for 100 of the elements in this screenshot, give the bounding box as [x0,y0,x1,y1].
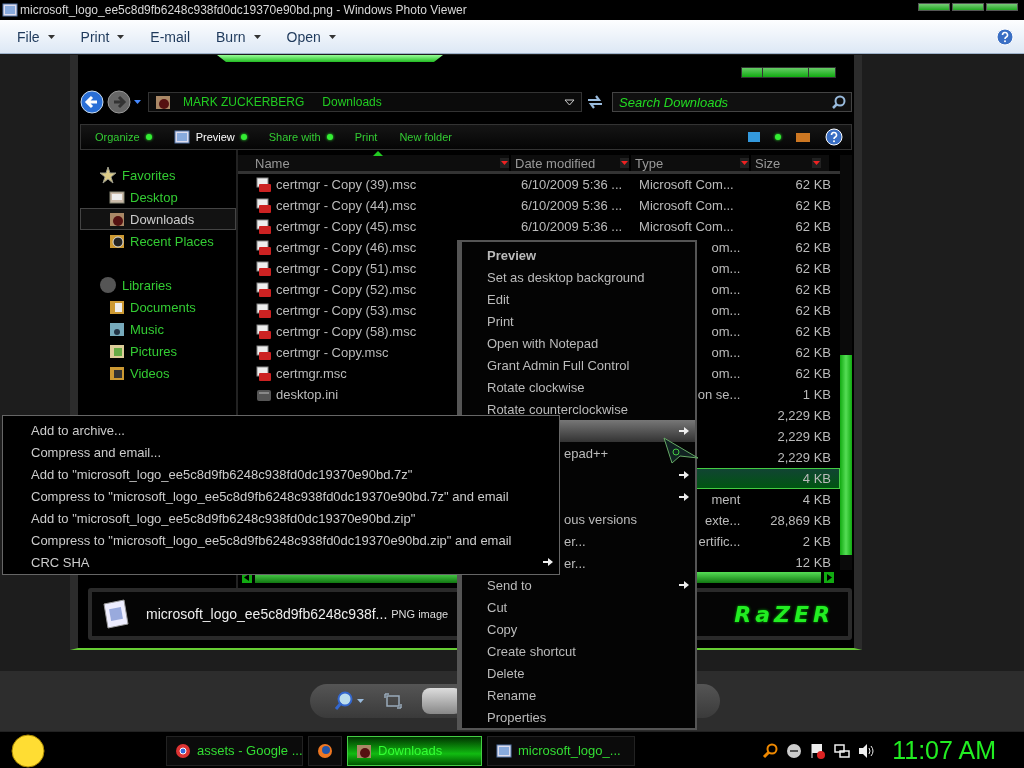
menu-item[interactable]: Delete [462,662,695,684]
file-name[interactable]: certmgr - Copy (46).msc [276,240,417,255]
menu-item[interactable]: Open with Notepad [462,332,695,354]
flag-icon[interactable] [810,742,827,759]
menu-item[interactable] [558,420,695,442]
menu-item[interactable]: epad++ [558,442,695,464]
search-icon[interactable] [832,95,846,109]
breadcrumb-item[interactable]: MARK ZUCKERBERG [177,95,311,109]
forward-icon[interactable] [107,90,131,114]
vertical-scrollbar[interactable] [840,155,852,570]
menu-item[interactable]: Properties [462,706,695,728]
preview-pane-icon[interactable] [795,131,811,143]
menu-item[interactable]: Compress to "microsoft_logo_ee5c8d9fb6248c938fd0dc19370e90bd.7z" and email [3,485,559,507]
column-header[interactable]: Type [631,155,751,171]
refresh-icon[interactable] [585,93,605,111]
file-name[interactable]: certmgr - Copy (44).msc [276,198,417,213]
sort-dropdown-icon[interactable] [620,158,629,168]
table-cell: 12 KB [795,555,831,570]
sidebar-item[interactable]: Favorites [80,164,236,186]
toolbar-button[interactable]: Organize [95,131,152,143]
menu-item[interactable]: CRC SHA [3,551,559,573]
sort-dropdown-icon[interactable] [740,158,749,168]
menu-item[interactable]: Rotate clockwise [462,376,695,398]
menu-item[interactable]: Add to "microsoft_logo_ee5c8d9fb6248c938fd0dc19370e90bd.7z" [3,463,559,485]
taskbar-button[interactable]: microsoft_logo_... [487,735,635,766]
sidebar-item[interactable]: Music [80,318,236,340]
menu-item[interactable]: Rename [462,684,695,706]
menu-item[interactable]: ous versions [558,508,695,530]
sidebar-item[interactable]: Recent Places [80,230,236,252]
taskbar-button[interactable] [308,735,342,766]
column-header[interactable]: Name [238,155,511,171]
sort-dropdown-icon[interactable] [500,158,509,168]
menu-item[interactable]: Rotate counterclockwise [462,398,695,420]
toolbar-button[interactable]: Share with [268,131,333,143]
menu-item[interactable]: Compress to "microsoft_logo_ee5c8d9fb6248c938fd0dc19370e90bd.zip" and email [3,529,559,551]
menu-item[interactable]: er... [558,530,695,552]
table-cell: ment [711,492,741,507]
sidebar-item[interactable]: Downloads [80,208,236,230]
menu-item[interactable]: File [6,24,66,49]
close-button[interactable] [986,3,1018,11]
sidebar-item[interactable]: Pictures [80,340,236,362]
file-name[interactable]: certmgr - Copy (51).msc [276,261,417,276]
breadcrumb-item[interactable]: Downloads [316,95,388,109]
toolbar-button[interactable]: Print [354,131,378,143]
network-icon[interactable] [834,742,851,759]
file-name[interactable]: certmgr.msc [276,366,347,381]
folder-icon [109,233,125,249]
file-name[interactable]: certmgr - Copy (58).msc [276,324,417,339]
file-name[interactable]: certmgr - Copy.msc [276,345,389,360]
file-name[interactable]: certmgr - Copy (45).msc [276,219,417,234]
minimize-button[interactable] [918,3,950,11]
menu-item[interactable]: Print [462,310,695,332]
taskbar-button[interactable]: assets - Google ... [166,735,303,766]
menu-item[interactable]: Grant Admin Full Control [462,354,695,376]
speaker-icon[interactable] [858,742,875,759]
file-name[interactable]: desktop.ini [276,387,339,402]
menu-item[interactable]: Burn [205,24,272,49]
menu-item[interactable]: Send to [462,574,695,596]
column-header[interactable]: Date modified [511,155,631,171]
menu-item[interactable]: Add to "microsoft_logo_ee5c8d9fb6248c938fd0dc19370e90bd.zip" [3,507,559,529]
help-icon[interactable] [825,128,843,146]
scroll-right-icon[interactable] [824,571,834,583]
file-name[interactable]: certmgr - Copy (53).msc [276,303,417,318]
file-name[interactable]: certmgr - Copy (39).msc [276,177,417,192]
menu-item[interactable]: Compress and email... [3,441,559,463]
scrollbar-thumb[interactable] [840,355,852,555]
table-cell: 6/10/2009 5:36 ... [520,219,623,234]
column-header[interactable]: Size [751,155,831,171]
menu-item[interactable]: E-mail [139,24,202,49]
maximize-button[interactable] [952,3,984,11]
dropdown-icon[interactable] [564,98,575,106]
menu-item[interactable]: Copy [462,618,695,640]
menu-item[interactable]: Open [275,24,347,49]
menu-item[interactable]: Add to archive... [3,419,559,441]
menu-item[interactable]: Print [69,24,136,49]
menu-item[interactable]: Preview [462,244,695,266]
table-cell: 62 KB [795,198,831,213]
fit-window-icon[interactable] [384,693,402,709]
start-orb[interactable] [8,733,48,768]
search-icon[interactable] [762,742,779,759]
address-bar[interactable]: MARK ZUCKERBERG Downloads [148,92,582,112]
menu-item[interactable]: Set as desktop background [462,266,695,288]
menu-item[interactable]: Edit [462,288,695,310]
sidebar-item[interactable]: Videos [80,362,236,384]
sidebar-item[interactable]: Desktop [80,186,236,208]
file-name[interactable]: certmgr - Copy (52).msc [276,282,417,297]
zoom-button[interactable] [334,691,364,711]
menu-item[interactable]: Create shortcut [462,640,695,662]
status-icon[interactable] [786,742,803,759]
back-icon[interactable] [80,90,104,114]
sort-dropdown-icon[interactable] [812,158,821,168]
toolbar-button[interactable]: Preview [173,129,247,145]
menu-item[interactable]: Cut [462,596,695,618]
view-icon[interactable] [747,131,761,143]
clock[interactable]: 11:07 AM [892,736,996,765]
search-field[interactable]: Search Downloads [612,92,852,112]
menu-item[interactable]: er... [558,552,695,574]
toolbar-button[interactable]: New folder [399,131,452,143]
sidebar-item[interactable]: Libraries [80,274,236,296]
sidebar-item[interactable]: Documents [80,296,236,318]
